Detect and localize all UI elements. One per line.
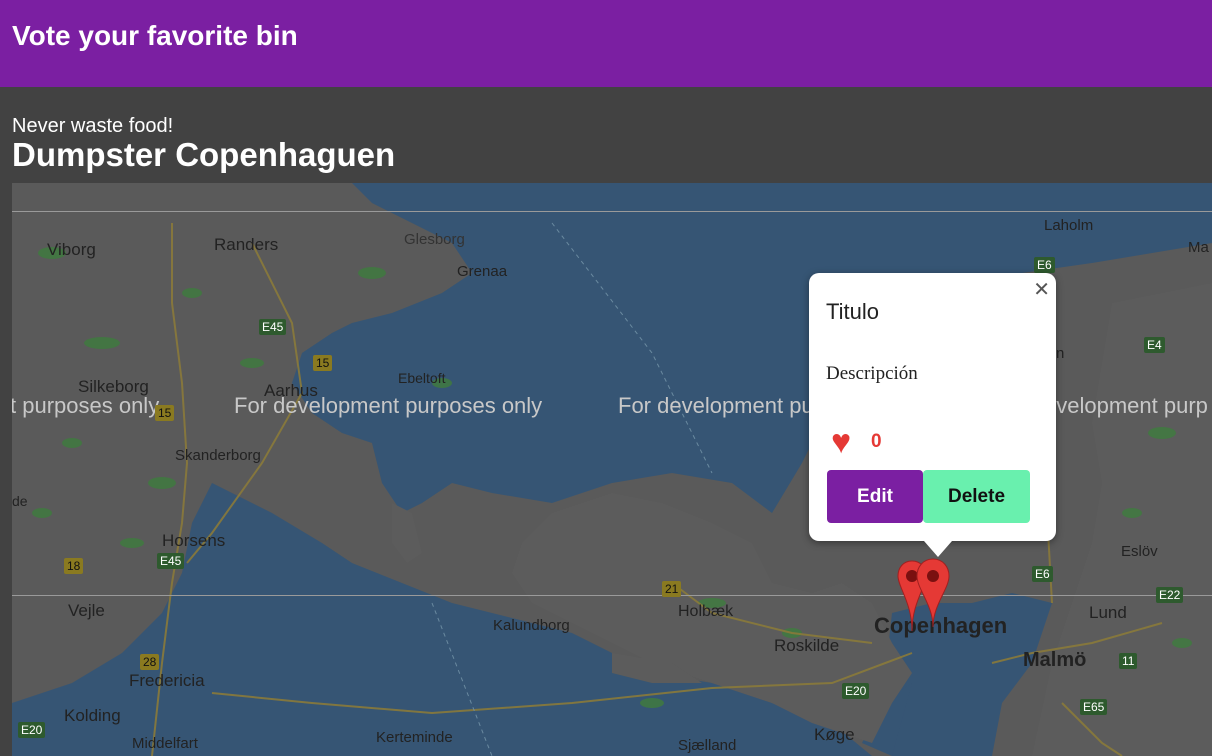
road-shield: E4	[1144, 337, 1165, 353]
city-label: Kolding	[64, 706, 121, 725]
city-label: de	[12, 493, 28, 509]
city-label: Malmö	[1023, 649, 1087, 671]
city-label: Kerteminde	[376, 729, 453, 746]
road-shield: E6	[1032, 566, 1053, 582]
bin-description: Descripción	[826, 363, 918, 384]
road-shield: E6	[1034, 257, 1055, 273]
city-label: Ma	[1188, 239, 1209, 256]
close-icon[interactable]: ✕	[1033, 277, 1050, 302]
heart-icon[interactable]: ♥	[831, 425, 851, 459]
city-label: Middelfart	[132, 735, 198, 752]
dev-watermark: evelopment purp	[1044, 393, 1208, 418]
road-shield: 18	[64, 558, 84, 574]
edit-button[interactable]: Edit	[827, 470, 923, 523]
map-tile-seam	[12, 595, 1212, 596]
city-label: Kalundborg	[493, 617, 570, 634]
info-window-tail	[924, 541, 952, 557]
city-label: Grenaa	[457, 263, 508, 280]
city-label: Viborg	[47, 240, 96, 259]
city-label: Fredericia	[129, 671, 205, 690]
bin-title: Titulo	[826, 299, 879, 324]
road-shield: 21	[662, 581, 682, 597]
map-tile-seam	[12, 211, 1212, 212]
road-shield: 11	[1119, 653, 1138, 669]
road-shield: E22	[1156, 587, 1184, 603]
road-shield: 15	[313, 355, 333, 371]
road-shield: E45	[259, 319, 287, 335]
city-label: Skanderborg	[175, 447, 261, 464]
app-header: Vote your favorite bin	[0, 0, 1212, 87]
city-label: Randers	[214, 235, 279, 254]
city-label: Køge	[814, 725, 855, 744]
map-marker[interactable]	[914, 557, 952, 637]
road-shield: E45	[157, 553, 185, 569]
city-label: Aarhus	[264, 381, 318, 400]
city-label: Horsens	[162, 531, 226, 550]
city-label: Eslöv	[1121, 543, 1158, 560]
city-label: Roskilde	[774, 636, 840, 655]
city-label: Holbæk	[678, 603, 734, 620]
page-title: Dumpster Copenhaguen	[12, 136, 396, 173]
delete-button[interactable]: Delete	[923, 470, 1030, 523]
city-label: n	[1056, 345, 1065, 362]
info-window: ✕ Titulo Descripción ♥ 0 Edit Delete	[809, 273, 1056, 557]
road-shield: E20	[842, 683, 870, 699]
road-shield: 15	[155, 405, 175, 421]
like-count: 0	[871, 431, 882, 452]
app-title: Vote your favorite bin	[12, 20, 298, 51]
city-label: Vejle	[68, 601, 105, 620]
city-label: Glesborg	[404, 231, 465, 248]
page-subtitle: Never waste food!	[12, 115, 174, 137]
city-label: Silkeborg	[78, 377, 149, 396]
road-shield: E20	[18, 722, 46, 738]
city-label: Ebeltoft	[398, 370, 446, 386]
city-label: Laholm	[1044, 217, 1094, 234]
road-shield: E65	[1080, 699, 1108, 715]
city-label: Sjælland	[678, 737, 737, 754]
city-label: Lund	[1089, 603, 1127, 622]
road-shield: 28	[140, 654, 160, 670]
